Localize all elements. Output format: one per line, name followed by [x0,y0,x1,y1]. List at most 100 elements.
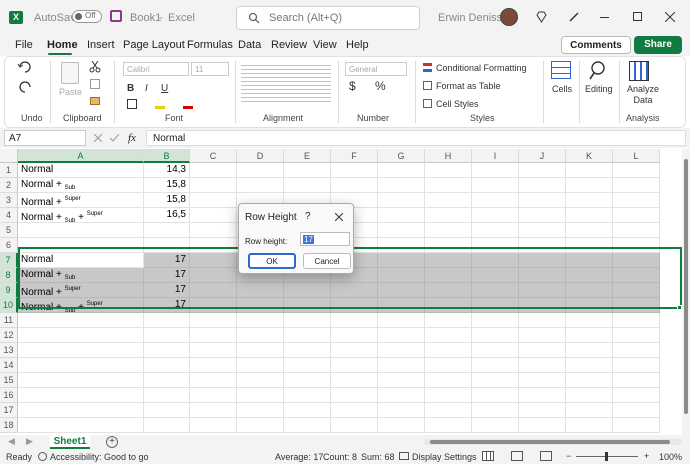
cell-g11[interactable] [378,313,425,328]
cell-h1[interactable] [425,163,472,178]
cell-g17[interactable] [378,403,425,418]
cell-f2[interactable] [331,178,378,193]
cell-c16[interactable] [190,388,237,403]
column-header-h[interactable]: H [425,149,472,163]
vertical-scrollbar[interactable] [682,149,690,435]
horizontal-scrollbar[interactable] [424,439,682,445]
cut-icon[interactable] [89,61,101,73]
cell-k15[interactable] [566,373,613,388]
cell-j13[interactable] [519,343,566,358]
row-height-input[interactable]: 17 [300,232,350,246]
cell-a18[interactable] [18,418,144,433]
cell-i13[interactable] [472,343,519,358]
cell-k1[interactable] [566,163,613,178]
cells-button[interactable]: Cells [552,84,572,94]
row-header-4[interactable]: 4 [0,208,18,223]
display-settings-button[interactable]: Display Settings [412,452,477,462]
row-header-16[interactable]: 16 [0,388,18,403]
row-header-17[interactable]: 17 [0,403,18,418]
cell-i3[interactable] [472,193,519,208]
cell-b4[interactable]: 16,5 [144,208,190,223]
cell-f12[interactable] [331,328,378,343]
column-header-k[interactable]: K [566,149,613,163]
row-header-13[interactable]: 13 [0,343,18,358]
search-input[interactable]: Search (Alt+Q) [236,6,420,30]
cell-d15[interactable] [237,373,284,388]
conditional-formatting-button[interactable]: Conditional Formatting [436,63,527,73]
underline-button[interactable]: U [161,83,168,94]
row-header-9[interactable]: 9 [0,283,18,298]
cell-a11[interactable] [18,313,144,328]
cell-l4[interactable] [613,208,660,223]
row-header-18[interactable]: 18 [0,418,18,433]
add-sheet-icon[interactable]: + [106,436,118,448]
cell-k13[interactable] [566,343,613,358]
cell-d16[interactable] [237,388,284,403]
normal-view-icon[interactable] [482,451,494,461]
tab-help[interactable]: Help [346,39,369,51]
cell-a12[interactable] [18,328,144,343]
formula-input[interactable]: Normal [146,130,686,146]
name-box[interactable]: A7 [4,130,86,146]
cell-i1[interactable] [472,163,519,178]
cell-j1[interactable] [519,163,566,178]
cell-j16[interactable] [519,388,566,403]
sheet-tab-sheet1[interactable]: Sheet1 [50,435,90,449]
maximize-icon[interactable] [633,12,642,21]
cell-c13[interactable] [190,343,237,358]
number-format-select[interactable]: General [345,62,407,76]
cell-i4[interactable] [472,208,519,223]
bold-button[interactable]: B [127,83,134,94]
cell-c12[interactable] [190,328,237,343]
cell-a14[interactable] [18,358,144,373]
row-header-14[interactable]: 14 [0,358,18,373]
cell-c15[interactable] [190,373,237,388]
insert-function-icon[interactable]: fx [128,132,136,144]
analyze-data-icon[interactable] [629,61,649,81]
row-header-11[interactable]: 11 [0,313,18,328]
cell-b14[interactable] [144,358,190,373]
cell-k5[interactable] [566,223,613,238]
cell-d17[interactable] [237,403,284,418]
cell-j17[interactable] [519,403,566,418]
cell-d2[interactable] [237,178,284,193]
zoom-level[interactable]: 100% [659,452,682,462]
row-header-2[interactable]: 2 [0,178,18,193]
cell-f16[interactable] [331,388,378,403]
cell-k3[interactable] [566,193,613,208]
cell-b18[interactable] [144,418,190,433]
cell-e15[interactable] [284,373,331,388]
cell-l11[interactable] [613,313,660,328]
cell-j5[interactable] [519,223,566,238]
cell-g16[interactable] [378,388,425,403]
cell-b2[interactable]: 15,8 [144,178,190,193]
cell-d1[interactable] [237,163,284,178]
cell-l16[interactable] [613,388,660,403]
select-all-corner[interactable] [0,149,18,163]
cell-k11[interactable] [566,313,613,328]
cell-c3[interactable] [190,193,237,208]
column-header-e[interactable]: E [284,149,331,163]
cell-e14[interactable] [284,358,331,373]
cell-a1[interactable]: Normal [18,163,144,178]
next-sheet-icon[interactable]: ▶ [26,436,33,447]
cell-k4[interactable] [566,208,613,223]
cell-l12[interactable] [613,328,660,343]
column-header-f[interactable]: F [331,149,378,163]
cell-l1[interactable] [613,163,660,178]
cell-d11[interactable] [237,313,284,328]
cell-g2[interactable] [378,178,425,193]
cell-g5[interactable] [378,223,425,238]
paste-icon[interactable] [61,62,79,84]
cell-i12[interactable] [472,328,519,343]
cell-c4[interactable] [190,208,237,223]
cell-e12[interactable] [284,328,331,343]
cell-e13[interactable] [284,343,331,358]
cell-styles-button[interactable]: Cell Styles [436,99,479,109]
cell-a4[interactable]: Normal + Sub + Super [18,208,144,224]
cell-a17[interactable] [18,403,144,418]
cell-j3[interactable] [519,193,566,208]
cell-b13[interactable] [144,343,190,358]
cell-b16[interactable] [144,388,190,403]
cell-l15[interactable] [613,373,660,388]
